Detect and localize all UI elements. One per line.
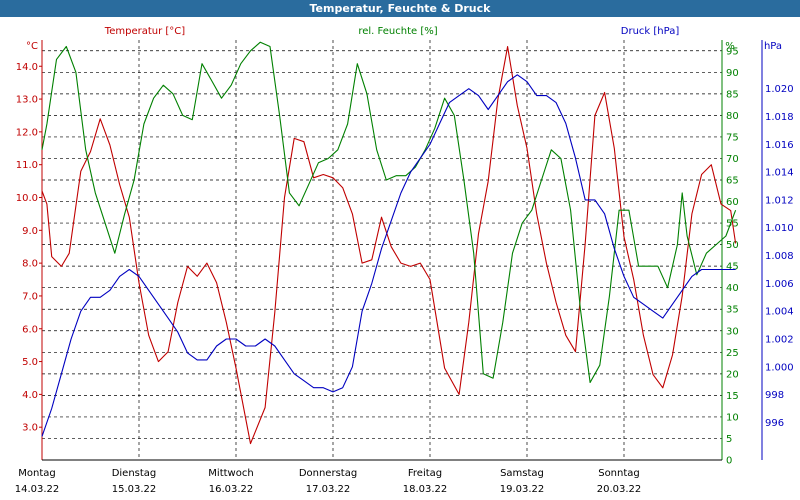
series-lines bbox=[41, 41, 737, 445]
axis-unit-pressure: hPa bbox=[764, 41, 782, 52]
series-line-pressure bbox=[41, 74, 736, 437]
x-day-label: Freitag bbox=[408, 468, 442, 479]
tick-label-pressure: 998 bbox=[765, 390, 784, 401]
tick-label-pressure: 1.014 bbox=[765, 168, 794, 179]
tick-label-pressure: 996 bbox=[765, 418, 784, 429]
x-date-label: 16.03.22 bbox=[209, 484, 254, 495]
tick-label-humidity: 45 bbox=[726, 262, 739, 273]
series-line-temperature bbox=[41, 46, 737, 445]
x-date-label: 19.03.22 bbox=[500, 484, 545, 495]
tick-label-humidity: 5 bbox=[726, 434, 732, 445]
tick-label-pressure: 1.016 bbox=[765, 140, 794, 151]
tick-label-humidity: 15 bbox=[726, 391, 739, 402]
tick-label-pressure: 1.018 bbox=[765, 112, 794, 123]
x-date-label: 18.03.22 bbox=[403, 484, 448, 495]
x-day-label: Mittwoch bbox=[208, 468, 253, 479]
tick-label-humidity: 40 bbox=[726, 283, 739, 294]
tick-label-humidity: 0 bbox=[726, 456, 732, 467]
tick-label-temperature: 8.0 bbox=[22, 259, 38, 270]
legend-humidity: rel. Feuchte [%] bbox=[358, 26, 437, 37]
axes bbox=[41, 40, 763, 461]
x-day-label: Donnerstag bbox=[299, 468, 357, 479]
tick-label-humidity: 25 bbox=[726, 348, 739, 359]
tick-label-pressure: 1.006 bbox=[765, 279, 794, 290]
tick-label-pressure: 1.010 bbox=[765, 223, 794, 234]
axis-unit-temperature: °C bbox=[26, 41, 38, 52]
tick-label-temperature: 12.0 bbox=[16, 127, 38, 138]
weather-chart: Temperatur [°C] rel. Feuchte [%] Druck [… bbox=[15, 26, 794, 495]
legend-pressure: Druck [hPa] bbox=[621, 26, 680, 37]
tick-label-temperature: 11.0 bbox=[16, 160, 38, 171]
x-date-label: 17.03.22 bbox=[306, 484, 351, 495]
tick-label-humidity: 30 bbox=[726, 326, 739, 337]
tick-label-temperature: 14.0 bbox=[16, 62, 38, 73]
tick-label-humidity: 90 bbox=[726, 68, 739, 79]
tick-label-temperature: 4.0 bbox=[22, 390, 38, 401]
tick-label-humidity: 65 bbox=[726, 176, 739, 187]
x-date-label: 14.03.22 bbox=[15, 484, 60, 495]
tick-label-humidity: 60 bbox=[726, 197, 739, 208]
tick-label-humidity: 80 bbox=[726, 111, 739, 122]
tick-label-temperature: 5.0 bbox=[22, 357, 38, 368]
tick-label-pressure: 1.012 bbox=[765, 195, 794, 206]
tick-label-pressure: 1.008 bbox=[765, 251, 794, 262]
tick-label-temperature: 3.0 bbox=[22, 423, 38, 434]
tick-label-temperature: 9.0 bbox=[22, 226, 38, 237]
tick-label-humidity: 35 bbox=[726, 305, 739, 316]
tick-label-humidity: 10 bbox=[726, 412, 739, 423]
tick-label-temperature: 13.0 bbox=[16, 95, 38, 106]
x-day-label: Dienstag bbox=[112, 468, 157, 479]
tick-label-humidity: 70 bbox=[726, 154, 739, 165]
grid bbox=[42, 40, 722, 461]
tick-label-humidity: 20 bbox=[726, 369, 739, 380]
legend-temperature: Temperatur [°C] bbox=[104, 26, 185, 37]
x-day-label: Montag bbox=[18, 468, 55, 479]
tick-label-temperature: 6.0 bbox=[22, 324, 38, 335]
tick-label-humidity: 50 bbox=[726, 240, 739, 251]
x-day-label: Sonntag bbox=[598, 468, 640, 479]
tick-label-temperature: 10.0 bbox=[16, 193, 38, 204]
x-date-label: 15.03.22 bbox=[112, 484, 157, 495]
tick-label-humidity: 75 bbox=[726, 132, 739, 143]
tick-label-temperature: 7.0 bbox=[22, 291, 38, 302]
tick-label-humidity: 95 bbox=[726, 46, 739, 57]
tick-label-pressure: 1.000 bbox=[765, 362, 794, 373]
tick-label-pressure: 1.020 bbox=[765, 84, 794, 95]
x-day-label: Samstag bbox=[500, 468, 544, 479]
x-date-label: 20.03.22 bbox=[597, 484, 642, 495]
series-line-humidity bbox=[41, 41, 737, 384]
tick-label-humidity: 85 bbox=[726, 89, 739, 100]
tick-label-pressure: 1.002 bbox=[765, 335, 794, 346]
tick-label-pressure: 1.004 bbox=[765, 307, 794, 318]
